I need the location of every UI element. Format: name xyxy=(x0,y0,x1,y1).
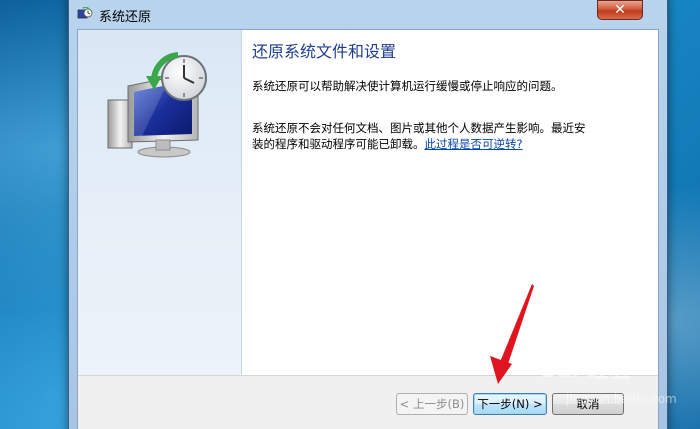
reversible-link[interactable]: 此过程是否可逆转? xyxy=(425,137,523,151)
close-button[interactable]: ✕ xyxy=(597,0,643,20)
info-text-body: 系统还原不会对任何文档、图片或其他个人数据产生影响。最近安装的程序和驱动程序可能… xyxy=(252,121,586,151)
description-text: 系统还原可以帮助解决使计算机运行缓慢或停止响应的问题。 xyxy=(252,79,563,93)
system-restore-icon xyxy=(77,7,93,19)
next-button[interactable]: 下一步(N) > xyxy=(473,393,547,415)
back-button[interactable]: < 上一步(B) xyxy=(396,393,468,415)
content-area: 还原系统文件和设置 系统还原可以帮助解决使计算机运行缓慢或停止响应的问题。 系统… xyxy=(242,30,658,375)
watermark-url: jingyan.baidu.com xyxy=(566,392,677,406)
info-text: 系统还原不会对任何文档、图片或其他个人数据产生影响。最近安装的程序和驱动程序可能… xyxy=(252,120,592,152)
page-title: 还原系统文件和设置 xyxy=(252,42,397,61)
side-panel xyxy=(78,30,242,375)
title-bar[interactable]: 系统还原 ✕ xyxy=(69,0,667,29)
red-arrow-annotation xyxy=(490,284,534,384)
watermark-logo: Bai 经验 xyxy=(540,358,631,383)
system-restore-computer-icon xyxy=(107,52,207,158)
window-title: 系统还原 xyxy=(99,10,152,25)
